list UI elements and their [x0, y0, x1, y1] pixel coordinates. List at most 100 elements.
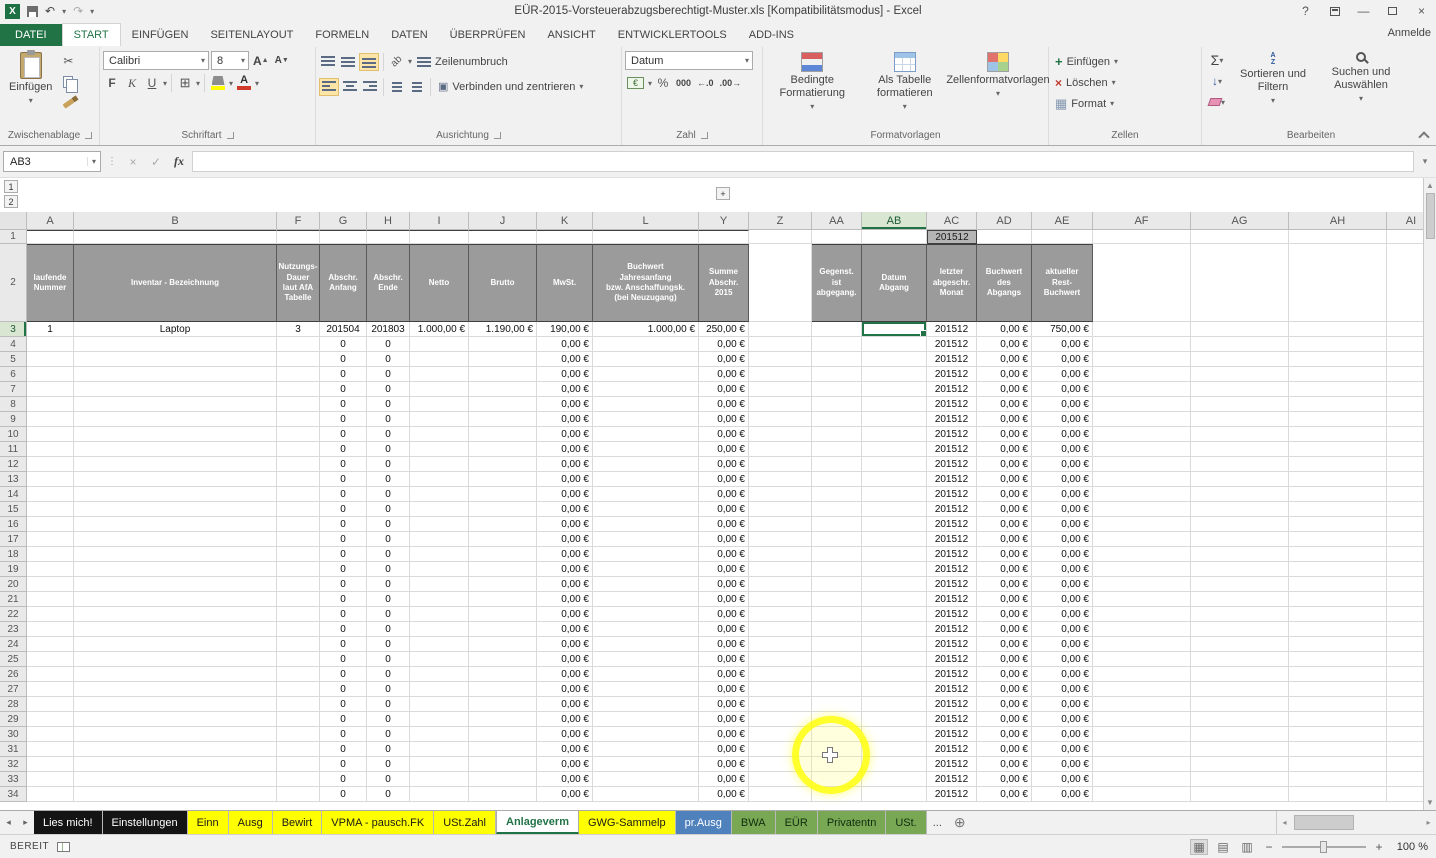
format-cells-button[interactable]: ▦Format▾: [1052, 93, 1198, 114]
cell-AD26[interactable]: 0,00 €: [977, 667, 1032, 682]
cell-H24[interactable]: 0: [367, 637, 410, 652]
cell-L13[interactable]: [593, 472, 699, 487]
cell-F19[interactable]: [277, 562, 320, 577]
cell-AB11[interactable]: [862, 442, 927, 457]
cell-AF12[interactable]: [1093, 457, 1191, 472]
cell-J11[interactable]: [469, 442, 537, 457]
cell-AC18[interactable]: 201512: [927, 547, 977, 562]
sheet-tab-eür[interactable]: EÜR: [776, 811, 818, 834]
cell-B27[interactable]: [74, 682, 277, 697]
cell-AA2[interactable]: Gegenst. ist abgegang.: [812, 244, 862, 322]
cell-F15[interactable]: [277, 502, 320, 517]
cell-K3[interactable]: 190,00 €: [537, 322, 593, 337]
cell-K10[interactable]: 0,00 €: [537, 427, 593, 442]
cell-I20[interactable]: [410, 577, 469, 592]
cell-F24[interactable]: [277, 637, 320, 652]
cell-B18[interactable]: [74, 547, 277, 562]
cell-AB17[interactable]: [862, 532, 927, 547]
cell-Y16[interactable]: 0,00 €: [699, 517, 749, 532]
cell-J27[interactable]: [469, 682, 537, 697]
cell-J6[interactable]: [469, 367, 537, 382]
cell-I2[interactable]: Netto: [410, 244, 469, 322]
cell-AH25[interactable]: [1289, 652, 1387, 667]
cell-L18[interactable]: [593, 547, 699, 562]
cell-I22[interactable]: [410, 607, 469, 622]
cell-AB6[interactable]: [862, 367, 927, 382]
cell-K28[interactable]: 0,00 €: [537, 697, 593, 712]
cell-AD15[interactable]: 0,00 €: [977, 502, 1032, 517]
cell-G27[interactable]: 0: [320, 682, 367, 697]
cell-I5[interactable]: [410, 352, 469, 367]
cell-L21[interactable]: [593, 592, 699, 607]
cell-Z16[interactable]: [749, 517, 812, 532]
cell-AD25[interactable]: 0,00 €: [977, 652, 1032, 667]
sheet-tab-einn[interactable]: Einn: [188, 811, 229, 834]
cell-AF19[interactable]: [1093, 562, 1191, 577]
column-header-AC[interactable]: AC: [927, 212, 977, 230]
cell-AF29[interactable]: [1093, 712, 1191, 727]
cell-I15[interactable]: [410, 502, 469, 517]
row-header-14[interactable]: 14: [0, 487, 27, 502]
cell-H13[interactable]: 0: [367, 472, 410, 487]
cell-B2[interactable]: Inventar - Bezeichnung: [74, 244, 277, 322]
cell-F34[interactable]: [277, 787, 320, 802]
row-header-16[interactable]: 16: [0, 517, 27, 532]
outline-level-2-button[interactable]: 2: [4, 195, 18, 208]
cell-L12[interactable]: [593, 457, 699, 472]
cell-B4[interactable]: [74, 337, 277, 352]
cell-AD13[interactable]: 0,00 €: [977, 472, 1032, 487]
cell-Z30[interactable]: [749, 727, 812, 742]
cell-F11[interactable]: [277, 442, 320, 457]
cell-H16[interactable]: 0: [367, 517, 410, 532]
cell-AF5[interactable]: [1093, 352, 1191, 367]
cell-I9[interactable]: [410, 412, 469, 427]
cell-AH18[interactable]: [1289, 547, 1387, 562]
cell-J2[interactable]: Brutto: [469, 244, 537, 322]
cell-G34[interactable]: 0: [320, 787, 367, 802]
cell-Z27[interactable]: [749, 682, 812, 697]
name-box[interactable]: AB3▾: [3, 151, 101, 172]
outline-expand-button[interactable]: +: [716, 187, 730, 200]
cell-I30[interactable]: [410, 727, 469, 742]
font-size-select[interactable]: 8▾: [211, 51, 249, 70]
cell-L27[interactable]: [593, 682, 699, 697]
find-select-button[interactable]: Suchen und Auswählen ▾: [1317, 49, 1405, 128]
cell-AF28[interactable]: [1093, 697, 1191, 712]
cell-AB32[interactable]: [862, 757, 927, 772]
cell-AH26[interactable]: [1289, 667, 1387, 682]
cell-G15[interactable]: 0: [320, 502, 367, 517]
qat-customize-icon[interactable]: ▾: [90, 7, 94, 16]
insert-cells-button[interactable]: +Einfügen▾: [1052, 51, 1198, 72]
number-dialog-launcher-icon[interactable]: [701, 132, 708, 139]
close-button[interactable]: ×: [1407, 1, 1436, 22]
cell-Y29[interactable]: 0,00 €: [699, 712, 749, 727]
cell-K9[interactable]: 0,00 €: [537, 412, 593, 427]
cell-F20[interactable]: [277, 577, 320, 592]
cell-AB1[interactable]: [862, 230, 927, 244]
cell-J26[interactable]: [469, 667, 537, 682]
cancel-icon[interactable]: ×: [123, 155, 143, 169]
cell-AG33[interactable]: [1191, 772, 1289, 787]
cell-AB8[interactable]: [862, 397, 927, 412]
cell-H27[interactable]: 0: [367, 682, 410, 697]
cell-F32[interactable]: [277, 757, 320, 772]
cell-AH15[interactable]: [1289, 502, 1387, 517]
cell-AF23[interactable]: [1093, 622, 1191, 637]
cell-F3[interactable]: 3: [277, 322, 320, 337]
cell-K18[interactable]: 0,00 €: [537, 547, 593, 562]
cell-L22[interactable]: [593, 607, 699, 622]
cell-AC10[interactable]: 201512: [927, 427, 977, 442]
cell-Z14[interactable]: [749, 487, 812, 502]
cell-K27[interactable]: 0,00 €: [537, 682, 593, 697]
cell-AH19[interactable]: [1289, 562, 1387, 577]
cell-Z26[interactable]: [749, 667, 812, 682]
cell-AF25[interactable]: [1093, 652, 1191, 667]
cell-AA30[interactable]: [812, 727, 862, 742]
cell-Z11[interactable]: [749, 442, 812, 457]
cell-Y7[interactable]: 0,00 €: [699, 382, 749, 397]
cell-I6[interactable]: [410, 367, 469, 382]
cell-H29[interactable]: 0: [367, 712, 410, 727]
cell-AA23[interactable]: [812, 622, 862, 637]
cell-Z5[interactable]: [749, 352, 812, 367]
cell-AE1[interactable]: [1032, 230, 1093, 244]
